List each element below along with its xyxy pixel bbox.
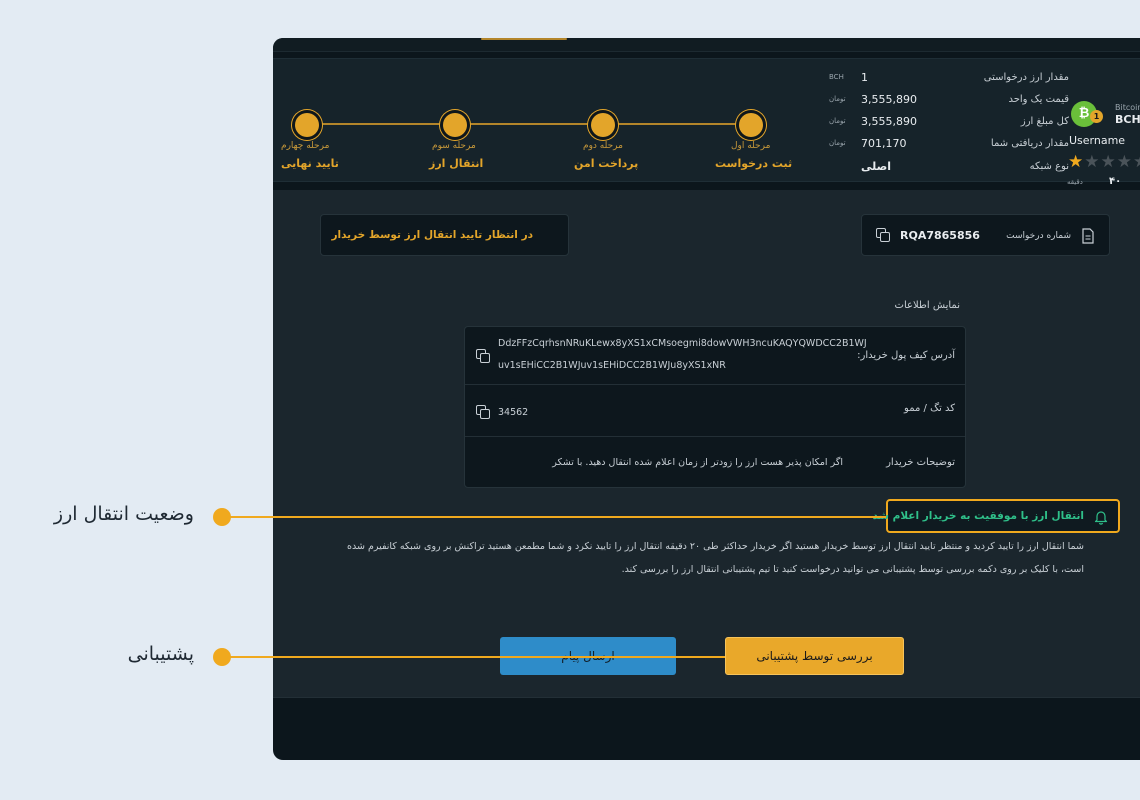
top-bar [273,38,1140,52]
step-connector [615,123,749,125]
time-value: ۴۰ [1109,176,1122,187]
step-3-title: انتقال ارز [429,157,484,170]
star-empty-icon: ★ [1100,152,1117,172]
transfer-success-notice: انتقال ارز با موفقیت به خریدار اعلام شد [873,499,1120,533]
step-1-title: ثبت درخواست [715,157,793,170]
step-2-dot [591,113,615,137]
detail-row: تومان 3,555,890 قیمت یک واحد [829,93,1069,109]
step-1-sub: مرحله اول [731,141,771,151]
username: Username [1069,134,1126,147]
star-filled-icon: ★ [1068,152,1085,172]
detail-label: مقدار دریافتی شما [990,138,1069,149]
step-2-title: پرداخت امن [574,157,639,170]
coin-symbol: BCH [1115,113,1140,126]
description-value: اگر امکان پذیر هست ارز را زودتر از زمان … [552,457,843,468]
star-empty-icon: ★ [1084,152,1101,172]
detail-value: 701,170 [861,137,907,150]
detail-label: کل مبلغ ارز [1020,116,1069,127]
request-number: RQA7865856 [900,229,980,242]
detail-unit: تومان [829,95,846,103]
detail-row: اصلی نوع شبکه [829,160,1069,176]
instruction-line-2: است، با کلیک بر روی دکمه بررسی توسط پشتی… [621,564,1084,575]
buyer-info-table: آدرس کیف پول خریدار: DdzFFzCqrhsnNRuKLew… [464,326,966,488]
order-header: مرحله چهارم تایید نهایی مرحله سوم انتقال… [273,58,1140,187]
step-3-dot [443,113,467,137]
wallet-row: آدرس کیف پول خریدار: DdzFFzCqrhsnNRuKLew… [465,327,965,385]
step-4-title: تایید نهایی [281,157,339,170]
support-callout-dot [213,648,231,666]
tab-indicator [481,38,567,40]
step-connector [319,123,453,125]
copy-icon[interactable] [876,228,890,242]
detail-value: 3,555,890 [861,115,917,128]
status-callout-dot [213,508,231,526]
wallet-label: آدرس کیف پول خریدار: [857,350,955,361]
detail-unit: تومان [829,117,846,125]
time-unit: دقیقه [1067,178,1083,186]
status-callout-line [222,516,886,518]
memo-value: 34562 [498,407,529,418]
detail-value: 1 [861,71,868,84]
document-icon [1082,228,1094,244]
step-connector [467,123,601,125]
step-3-sub: مرحله سوم [432,141,476,151]
support-review-button[interactable]: بررسی توسط پشتیبانی [725,637,904,675]
notice-text: انتقال ارز با موفقیت به خریدار اعلام شد [872,510,1084,522]
memo-label: کد تگ / ممو [904,403,955,414]
wallet-address-line-1: DdzFFzCqrhsnNRuKLewx8yXS1xCMsoegmi8dowVW… [498,338,867,349]
request-number-card: شماره درخواست RQA7865856 [861,214,1110,256]
description-label: توضیحات خریدار [886,457,955,468]
memo-row: کد تگ / ممو 34562 [465,385,965,437]
detail-unit: BCH [829,73,844,81]
copy-icon[interactable] [476,349,490,363]
detail-label: قیمت یک واحد [1008,94,1069,105]
info-section-title: نمایش اطلاعات [894,300,960,311]
status-callout-label: وضعیت انتقال ارز [53,503,194,525]
detail-unit: تومان [829,139,846,147]
bell-icon [1094,511,1108,525]
star-empty-icon: ★ [1116,152,1133,172]
step-4-dot [295,113,319,137]
step-2-sub: مرحله دوم [583,141,623,151]
step-1-dot [739,113,763,137]
coin-name: Bitcoin [1115,103,1140,112]
detail-label: مقدار ارز درخواستی [983,72,1069,83]
support-callout-line [222,656,725,658]
detail-row: تومان 701,170 مقدار دریافتی شما [829,137,1069,153]
instruction-line-1: شما انتقال ارز را تایید کردید و منتظر تا… [347,541,1084,552]
support-callout-label: پشتیبانی [127,643,194,665]
detail-value: اصلی [861,160,892,173]
wallet-address-line-2: uv1sEHiCC2B1WJuv1sEHiDCC2B1WJu8yXS1xNR [498,360,726,371]
detail-value: 3,555,890 [861,93,917,106]
detail-label: نوع شبکه [1029,161,1069,172]
detail-row: تومان 3,555,890 کل مبلغ ارز [829,115,1069,131]
detail-row: BCH 1 مقدار ارز درخواستی [829,71,1069,87]
rating: ★★★★★ [1068,152,1140,172]
status-box: در انتظار تایید انتقال ارز توسط خریدار [320,214,569,256]
request-label: شماره درخواست [1006,231,1071,241]
star-empty-icon: ★ [1133,152,1140,172]
order-details: BCH 1 مقدار ارز درخواستی تومان 3,555,890… [829,71,1069,179]
description-row: توضیحات خریدار اگر امکان پذیر هست ارز را… [465,437,965,487]
status-text: در انتظار تایید انتقال ارز توسط خریدار [331,229,533,241]
copy-icon[interactable] [476,405,490,419]
app-window: مرحله چهارم تایید نهایی مرحله سوم انتقال… [273,38,1140,760]
coin-badge: 1 [1090,110,1103,123]
step-4-sub: مرحله چهارم [281,141,330,151]
